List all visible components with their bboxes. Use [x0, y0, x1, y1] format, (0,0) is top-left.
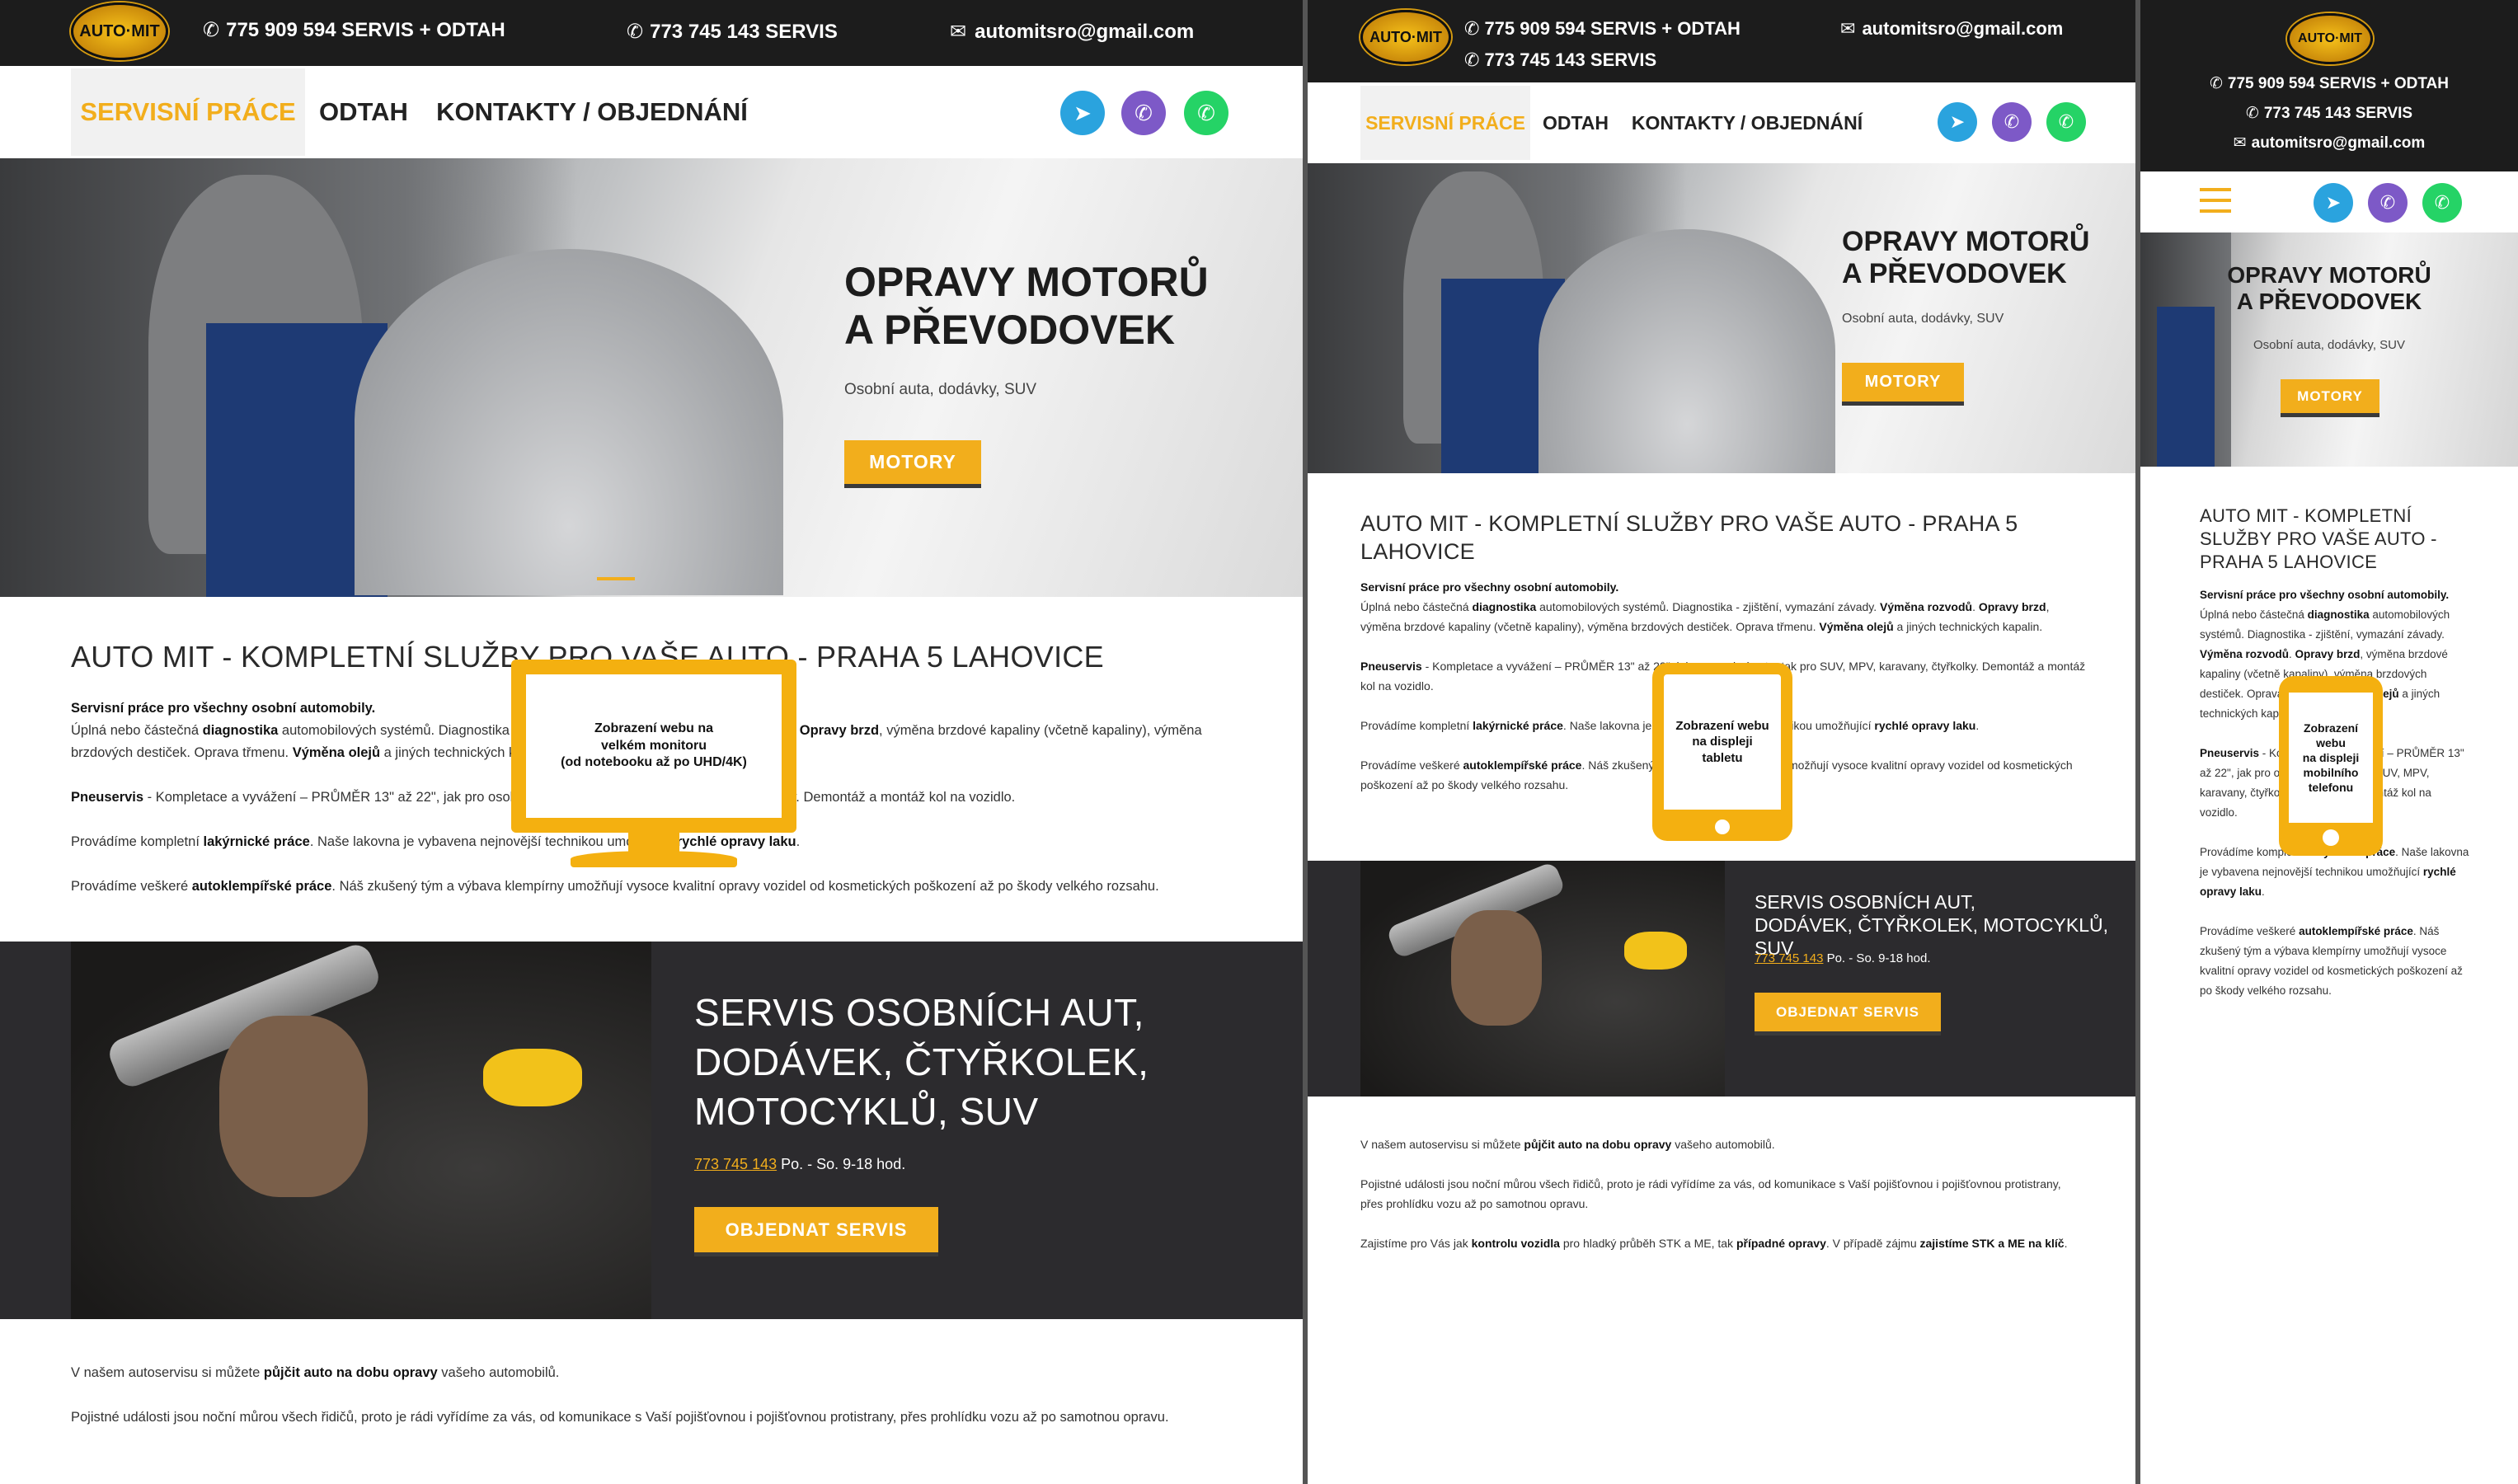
hero-title: OPRAVY MOTORŮ A PŘEVODOVEK — [1842, 226, 2090, 290]
whatsapp-icon[interactable]: ✆ — [2422, 183, 2462, 223]
engine-photo — [1360, 861, 1725, 1097]
phone-icon: ✆ — [2210, 75, 2223, 92]
mail-icon: ✉ — [1840, 18, 1856, 39]
intro-heading: AUTO MIT - KOMPLETNÍ SLUŽBY PRO VAŠE AUT… — [1360, 511, 2018, 564]
desktop-preview: AUTO·MIT ✆ 775 909 594 SERVIS + ODTAH ✆ 77… — [0, 0, 1303, 1484]
hero-subtitle: Osobní auta, dodávky, SUV — [844, 381, 1037, 398]
nav-kontakty[interactable]: KONTAKTY / OBJEDNÁNÍ — [435, 68, 749, 156]
phone-icon: ✆ — [1464, 49, 1480, 70]
viber-icon[interactable]: ✆ — [1121, 91, 1166, 135]
footer-paragraph-2: Pojistné události jsou noční můrou všech… — [71, 1410, 1169, 1425]
phone-icon: Zobrazení webu na displeji mobilního telefon… — [2279, 676, 2383, 856]
telegram-icon[interactable]: ➤ — [1938, 102, 1977, 142]
tablet-preview: AUTO·MIT ✆ 775 909 594 SERVIS + ODTAH ✆ 77… — [1308, 0, 2135, 1484]
objednat-servis-button[interactable]: OBJEDNAT SERVIS — [694, 1207, 938, 1256]
nav-servisni-prace[interactable]: SERVISNÍ PRÁCE — [71, 68, 305, 156]
nav-odtah[interactable]: ODTAH — [318, 68, 409, 156]
logo[interactable]: AUTO·MIT — [2287, 13, 2373, 64]
service-phone-link[interactable]: 773 745 143 — [694, 1156, 777, 1172]
main-nav: ➤ ✆ ✆ — [2140, 171, 2518, 232]
intro-paragraph-4: Provádíme veškeré autoklempířské práce. … — [71, 879, 1159, 894]
logo-text: AUTO·MIT — [79, 21, 160, 40]
phone-primary[interactable]: ✆ 775 909 594 SERVIS + ODTAH — [2140, 74, 2518, 93]
service-band: SERVIS OSOBNÍCH AUT, DODÁVEK, ČTYŘKOLEK, M… — [0, 942, 1303, 1319]
monitor-label: Zobrazení webu na velkém monitoru (od note… — [561, 721, 747, 770]
footer-text-section: V našem autoservisu si můžete půjčit aut… — [1360, 1134, 2086, 1253]
whatsapp-icon[interactable]: ✆ — [1184, 91, 1228, 135]
hamburger-menu-icon[interactable] — [2200, 188, 2231, 214]
motory-button[interactable]: MOTORY — [844, 440, 981, 488]
engine-bay — [355, 249, 783, 595]
footer-paragraph-1: V našem autoservisu si můžete půjčit aut… — [71, 1365, 560, 1380]
top-contact-bar: AUTO·MIT ✆ 775 909 594 SERVIS + ODTAH ✆ 77… — [1308, 0, 2135, 82]
intro-heading: AUTO MIT - KOMPLETNÍ SLUŽBY PRO VAŠE AUT… — [2200, 505, 2437, 572]
logo-text: AUTO·MIT — [2298, 31, 2362, 45]
phone-icon: ✆ — [1464, 18, 1480, 39]
phone-icon: ✆ — [203, 19, 220, 41]
email-link[interactable]: ✉ automitsro@gmail.com — [2140, 134, 2518, 153]
logo[interactable]: AUTO·MIT — [1360, 10, 1451, 64]
oil-cap — [483, 1049, 582, 1106]
motory-button[interactable]: MOTORY — [1842, 363, 1964, 406]
nav-odtah[interactable]: ODTAH — [1539, 86, 1613, 160]
logo[interactable]: AUTO·MIT — [71, 2, 168, 60]
phone-icon: ✆ — [2245, 105, 2259, 122]
mobile-preview: AUTO·MIT ✆ 775 909 594 SERVIS + ODTAH ✆ 77… — [2140, 0, 2518, 1484]
phone-secondary[interactable]: ✆ 773 745 143 SERVIS — [627, 20, 838, 44]
phone-label: Zobrazení webu na displeji mobilního telefon… — [2302, 721, 2360, 795]
mail-icon: ✉ — [950, 21, 967, 43]
viber-icon[interactable]: ✆ — [2368, 183, 2408, 223]
nav-servisni-prace[interactable]: SERVISNÍ PRÁCE — [1360, 86, 1530, 160]
motory-button[interactable]: MOTORY — [2281, 379, 2379, 417]
hero-subtitle: Osobní auta, dodávky, SUV — [2253, 338, 2405, 352]
engine-photo — [71, 942, 651, 1319]
intro-paragraph-4: Provádíme veškeré autoklempířské práce. … — [2200, 925, 2463, 997]
phone-secondary[interactable]: ✆ 773 745 143 SERVIS — [2140, 104, 2518, 123]
footer-paragraph-2: Pojistné události jsou noční můrou všech… — [1360, 1177, 2061, 1210]
viber-icon[interactable]: ✆ — [1992, 102, 2032, 142]
service-title: SERVIS OSOBNÍCH AUT, DODÁVEK, ČTYŘKOLEK, M… — [694, 991, 1149, 1133]
email-link[interactable]: ✉ automitsro@gmail.com — [950, 20, 1194, 44]
hero-banner: OPRAVY MOTORŮ A PŘEVODOVEK Osobní auta, d… — [1308, 163, 2135, 473]
hero-banner: OPRAVY MOTORŮ A PŘEVODOVEK Osobní auta, d… — [0, 158, 1303, 597]
phone-icon: ✆ — [627, 21, 644, 43]
phone-secondary[interactable]: ✆ 773 745 143 SERVIS — [1464, 49, 1656, 71]
service-band: SERVIS OSOBNÍCH AUT, DODÁVEK, ČTYŘKOLEK, … — [1308, 861, 2135, 1097]
whatsapp-icon[interactable]: ✆ — [2046, 102, 2086, 142]
hand-shape — [219, 1016, 368, 1197]
monitor-icon: Zobrazení webu na velkém monitoru (od note… — [511, 660, 796, 872]
phone-primary[interactable]: ✆ 775 909 594 SERVIS + ODTAH — [203, 18, 505, 42]
service-contact-line: 773 745 143 Po. - So. 9-18 hod. — [694, 1156, 906, 1172]
hero-banner: OPRAVY MOTORŮ A PŘEVODOVEK Osobní auta, d… — [2140, 232, 2518, 467]
intro-paragraph-1: Servisní práce pro všechny osobní automo… — [1360, 580, 2050, 633]
tablet-icon: Zobrazení webu na displeji tabletu — [1652, 663, 1792, 841]
phone-primary[interactable]: ✆ 775 909 594 SERVIS + ODTAH — [1464, 18, 1741, 40]
showcase-canvas: AUTO·MIT ✆ 775 909 594 SERVIS + ODTAH ✆ 77… — [0, 0, 2518, 1484]
telegram-icon[interactable]: ➤ — [1060, 91, 1105, 135]
objednat-servis-button[interactable]: OBJEDNAT SERVIS — [1755, 993, 1941, 1036]
service-phone-link[interactable]: 773 745 143 — [1755, 951, 1823, 965]
service-contact-line: 773 745 143 Po. - So. 9-18 hod. — [1755, 951, 1931, 965]
footer-text-section: V našem autoservisu si můžete půjčit aut… — [71, 1362, 1242, 1429]
footer-paragraph-1: V našem autoservisu si můžete půjčit aut… — [1360, 1138, 1775, 1151]
hero-subtitle: Osobní auta, dodávky, SUV — [1842, 312, 2004, 326]
top-contact-bar: AUTO·MIT ✆ 775 909 594 SERVIS + ODTAH ✆ 77… — [2140, 0, 2518, 171]
email-link[interactable]: ✉ automitsro@gmail.com — [1840, 18, 2063, 40]
hero-title: OPRAVY MOTORŮ A PŘEVODOVEK — [2227, 262, 2431, 315]
telegram-icon[interactable]: ➤ — [2314, 183, 2353, 223]
mail-icon: ✉ — [2233, 134, 2247, 152]
footer-paragraph-3: Zajistíme pro Vás jak kontrolu vozidla p… — [1360, 1237, 2068, 1250]
slider-indicator[interactable] — [597, 577, 635, 580]
logo-text: AUTO·MIT — [1369, 28, 1442, 45]
tablet-label: Zobrazení webu na displeji tabletu — [1675, 718, 1769, 765]
nav-kontakty[interactable]: KONTAKTY / OBJEDNÁNÍ — [1628, 86, 1867, 160]
top-contact-bar: AUTO·MIT ✆ 775 909 594 SERVIS + ODTAH ✆ 77… — [0, 0, 1303, 66]
service-title: SERVIS OSOBNÍCH AUT, DODÁVEK, ČTYŘKOLEK, … — [1755, 891, 2109, 959]
main-nav: SERVISNÍ PRÁCE ODTAH KONTAKTY / OBJEDNÁN… — [1308, 82, 2135, 163]
hero-title: OPRAVY MOTORŮ A PŘEVODOVEK — [844, 259, 1209, 353]
main-nav: SERVISNÍ PRÁCE ODTAH KONTAKTY / OBJEDNÁN… — [0, 66, 1303, 158]
